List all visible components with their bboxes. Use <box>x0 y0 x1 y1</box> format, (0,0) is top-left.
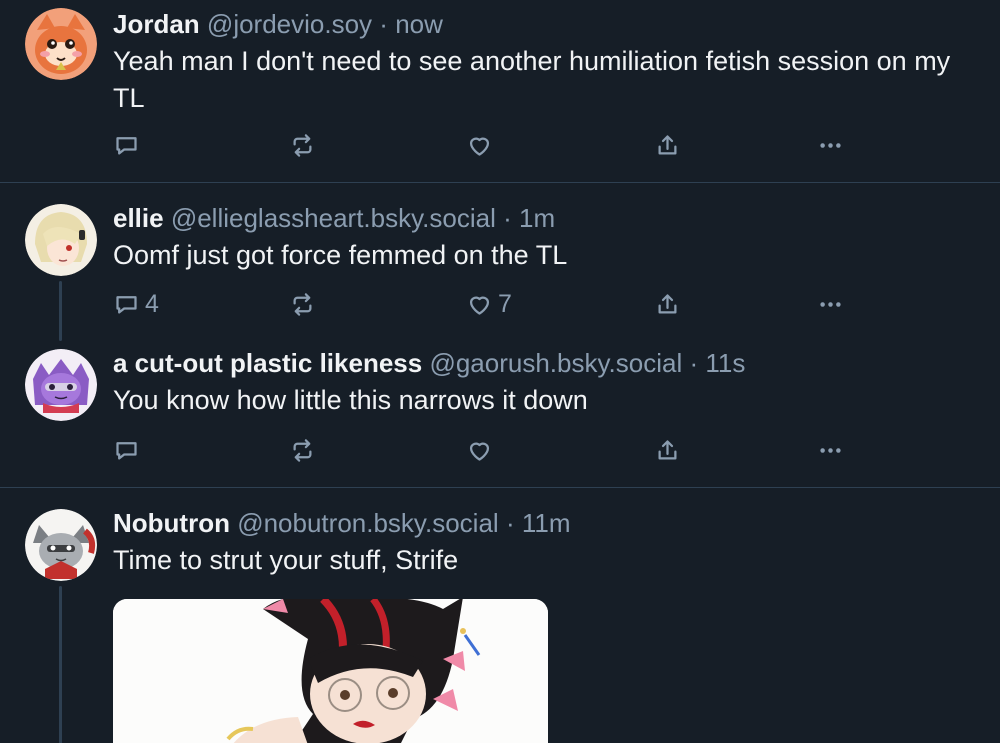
post-image-attachment[interactable] <box>113 599 548 743</box>
meta-separator: · <box>503 203 512 233</box>
reply-button[interactable]: 4 <box>113 289 159 319</box>
like-button[interactable] <box>466 435 498 465</box>
reply-button[interactable] <box>113 130 145 160</box>
share-button[interactable] <box>654 289 681 319</box>
author-handle[interactable]: @gaorush.bsky.social <box>429 348 682 378</box>
share-icon <box>658 134 677 154</box>
thread-line <box>59 281 62 341</box>
reply-icon <box>116 295 137 313</box>
heart-icon <box>469 442 490 461</box>
author-name[interactable]: a cut-out plastic likeness <box>113 348 422 378</box>
meta-separator: · <box>505 508 515 538</box>
post-timestamp[interactable]: 11s <box>705 348 745 378</box>
post-text: Yeah man I don't need to see another hum… <box>113 46 951 113</box>
more-options-icon <box>820 142 841 148</box>
reply-icon <box>116 136 137 154</box>
avatar[interactable] <box>25 8 97 80</box>
more-options-button[interactable] <box>817 289 844 319</box>
avatar[interactable] <box>25 509 97 581</box>
share-button[interactable] <box>654 130 681 160</box>
repost-button[interactable] <box>289 289 316 319</box>
more-options-button[interactable] <box>817 435 844 465</box>
repost-button[interactable] <box>289 130 316 160</box>
author-name[interactable]: Jordan <box>113 9 200 39</box>
avatar-image-nobutron <box>25 509 97 581</box>
post-timestamp[interactable]: now <box>395 9 443 39</box>
author-handle[interactable]: @nobutron.bsky.social <box>237 508 499 538</box>
reply-count: 4 <box>145 289 159 318</box>
post-text: You know how little this narrows it down <box>113 385 588 415</box>
more-options-icon <box>820 301 841 307</box>
avatar[interactable] <box>25 204 97 276</box>
repost-button[interactable] <box>289 435 316 465</box>
heart-icon <box>469 296 490 315</box>
meta-separator: · <box>379 9 388 39</box>
repost-icon <box>293 133 312 157</box>
author-name[interactable]: ellie <box>113 203 164 233</box>
post-ellie[interactable]: ellie @ellieglassheart.bsky.social · 1m … <box>0 183 1000 341</box>
avatar-image-ellie <box>25 204 97 276</box>
repost-icon <box>293 438 312 462</box>
post-timestamp[interactable]: 11m <box>522 508 571 538</box>
share-icon <box>658 439 677 459</box>
post-text: Time to strut your stuff, Strife <box>113 545 459 575</box>
post-text: Oomf just got force femmed on the TL <box>113 240 568 270</box>
more-options-icon <box>820 447 841 453</box>
author-handle[interactable]: @jordevio.soy <box>207 9 372 39</box>
heart-icon <box>469 137 490 156</box>
share-icon <box>658 293 677 313</box>
post-actions <box>113 130 853 160</box>
thread-line <box>59 586 62 743</box>
reply-icon <box>116 441 137 459</box>
illustration-image <box>113 599 548 743</box>
post-timestamp[interactable]: 1m <box>519 203 555 233</box>
author-handle[interactable]: @ellieglassheart.bsky.social <box>171 203 496 233</box>
like-button[interactable]: 7 <box>466 289 512 319</box>
avatar-image-gaorush <box>25 349 97 421</box>
meta-separator: · <box>689 348 699 378</box>
post-gaorush[interactable]: a cut-out plastic likeness @gaorush.bsky… <box>0 333 1000 487</box>
reply-button[interactable] <box>113 435 145 465</box>
more-options-button[interactable] <box>817 130 844 160</box>
post-actions: 4 7 <box>113 289 853 319</box>
post-jordan[interactable]: Jordan @jordevio.soy · now Yeah man I do… <box>0 0 1000 182</box>
share-button[interactable] <box>654 435 681 465</box>
post-actions <box>113 435 853 465</box>
like-count: 7 <box>498 289 512 318</box>
avatar-image-jordan <box>25 8 97 80</box>
author-name[interactable]: Nobutron <box>113 508 230 538</box>
avatar[interactable] <box>25 349 97 421</box>
like-button[interactable] <box>466 130 498 160</box>
repost-icon <box>293 292 312 316</box>
